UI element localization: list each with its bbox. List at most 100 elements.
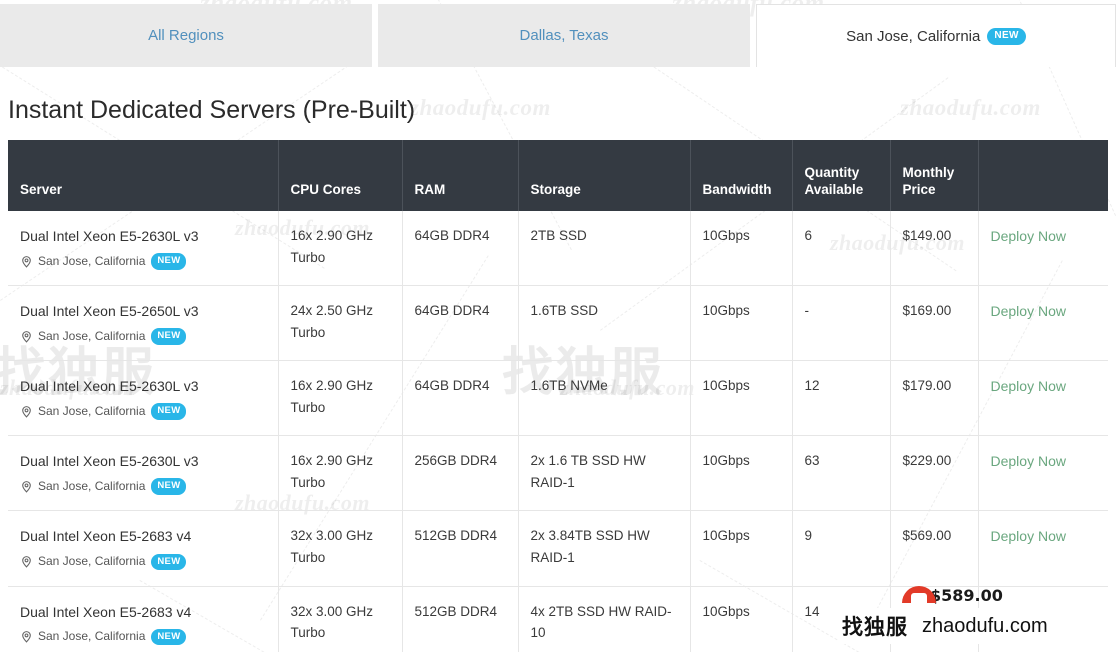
cell-bandwidth: 10Gbps: [690, 360, 793, 437]
tab-dallas-texas[interactable]: Dallas, Texas: [378, 4, 750, 67]
table-row: Dual Intel Xeon E5-2630L v3 San Jose, Ca…: [8, 435, 1108, 512]
table-row: Dual Intel Xeon E5-2650L v3 San Jose, Ca…: [8, 285, 1108, 362]
column-header-action: [978, 140, 1108, 211]
location-pin-icon: [22, 406, 31, 418]
cell-bandwidth: 10Gbps: [690, 285, 793, 362]
server-table-head: Server CPU Cores RAM Storage Bandwidth Q…: [8, 140, 1108, 211]
tab-all-regions[interactable]: All Regions: [0, 4, 372, 67]
server-table: Server CPU Cores RAM Storage Bandwidth Q…: [8, 140, 1108, 652]
server-location-label: San Jose, California: [38, 554, 146, 569]
location-new-badge: NEW: [151, 403, 187, 420]
server-name: Dual Intel Xeon E5-2683 v4: [20, 603, 192, 620]
table-header-row: Server CPU Cores RAM Storage Bandwidth Q…: [8, 140, 1108, 211]
server-location: San Jose, California NEW: [20, 402, 266, 421]
column-header-quantity-available: Quantity Available: [792, 140, 891, 211]
table-row: Dual Intel Xeon E5-2630L v3 San Jose, Ca…: [8, 360, 1108, 437]
cell-quantity-available: 6: [792, 211, 891, 287]
cell-ram: 512GB DDR4: [402, 586, 519, 652]
deploy-now-button[interactable]: Deploy Now: [991, 228, 1066, 244]
cell-bandwidth: 10Gbps: [690, 586, 793, 652]
server-location-label: San Jose, California: [38, 629, 146, 644]
column-header-cpu-cores: CPU Cores: [278, 140, 403, 211]
cell-ram: 64GB DDR4: [402, 211, 519, 287]
server-location-label: San Jose, California: [38, 328, 146, 343]
cell-quantity-available: 63: [792, 435, 891, 512]
location-pin-icon: [22, 331, 31, 343]
cell-monthly-price: $179.00: [890, 360, 979, 437]
cell-cpu-cores: 16x 2.90 GHz Turbo: [278, 211, 403, 287]
location-new-badge: NEW: [151, 253, 187, 270]
cell-cpu-cores: 16x 2.90 GHz Turbo: [278, 360, 403, 437]
location-new-badge: NEW: [151, 628, 187, 646]
page-root: zhaodufu.com zhaodufu.com zhaodufu.com z…: [0, 0, 1116, 652]
tab-new-badge: NEW: [987, 27, 1026, 45]
cell-monthly-price: $229.00: [890, 435, 979, 512]
deploy-now-button[interactable]: Deploy Now: [991, 303, 1066, 319]
cell-server: Dual Intel Xeon E5-2630L v3 San Jose, Ca…: [8, 211, 279, 287]
tab-all-regions-label: All Regions: [148, 27, 224, 44]
watermark-domain-text: zhaodufu.com: [410, 95, 551, 120]
tab-san-jose-california[interactable]: San Jose, California NEW: [756, 4, 1116, 67]
deploy-now-button[interactable]: Deploy Now: [991, 378, 1066, 394]
location-pin-icon: [22, 631, 31, 644]
cell-action: Deploy Now: [978, 510, 1108, 587]
cell-ram: 64GB DDR4: [402, 285, 519, 362]
server-name: Dual Intel Xeon E5-2630L v3: [20, 228, 199, 244]
cell-action: Deploy Now: [978, 360, 1108, 437]
server-location: San Jose, California NEW: [20, 477, 266, 496]
column-header-ram: RAM: [402, 140, 519, 211]
cell-storage: 1.6TB NVMe: [518, 360, 691, 437]
cell-quantity-available: 9: [792, 510, 891, 587]
server-name: Dual Intel Xeon E5-2630L v3: [20, 378, 199, 395]
watermark-domain-text: zhaodufu.com: [900, 95, 1041, 120]
table-row: Dual Intel Xeon E5-2630L v3 San Jose, Ca…: [8, 211, 1108, 287]
obscured-price-text: $589.00: [930, 586, 1003, 604]
location-pin-icon: [22, 556, 31, 569]
cell-monthly-price: $169.00: [890, 285, 979, 362]
deploy-now-button[interactable]: Deploy Now: [991, 528, 1066, 544]
location-pin-icon: [22, 255, 31, 268]
cell-quantity-available: -: [792, 285, 891, 362]
server-name: Dual Intel Xeon E5-2650L v3: [20, 303, 199, 320]
cell-bandwidth: 10Gbps: [690, 211, 793, 287]
deploy-now-button[interactable]: Deploy Now: [991, 453, 1066, 469]
site-logo-domain: zhaodufu.com: [922, 614, 1048, 637]
cell-server: Dual Intel Xeon E5-2630L v3 San Jose, Ca…: [8, 360, 279, 437]
location-pin-icon: [22, 481, 31, 493]
cell-storage: 2x 3.84TB SSD HW RAID-1: [518, 510, 691, 587]
tab-san-jose-california-label: San Jose, California: [846, 27, 981, 45]
region-tabs: All Regions Dallas, Texas San Jose, Cali…: [0, 4, 1116, 67]
cell-cpu-cores: 32x 3.00 GHz Turbo: [278, 586, 403, 652]
cell-action: Deploy Now: [978, 435, 1108, 512]
cell-action: Deploy Now: [978, 285, 1108, 362]
server-table-container: Server CPU Cores RAM Storage Bandwidth Q…: [8, 140, 1108, 652]
cell-server: Dual Intel Xeon E5-2630L v3 San Jose, Ca…: [8, 435, 279, 512]
cell-action: Deploy Now: [978, 211, 1108, 287]
location-new-badge: NEW: [151, 478, 187, 495]
column-header-storage: Storage: [518, 140, 691, 211]
server-location: San Jose, California NEW: [20, 627, 266, 646]
cell-storage: 2x 1.6 TB SSD HW RAID-1: [518, 435, 691, 512]
server-location-label: San Jose, California: [38, 253, 146, 268]
cell-ram: 512GB DDR4: [402, 510, 519, 587]
server-name: Dual Intel Xeon E5-2630L v3: [20, 453, 199, 470]
server-location: San Jose, California NEW: [20, 327, 266, 346]
server-location: San Jose, California NEW: [20, 552, 266, 571]
cell-bandwidth: 10Gbps: [690, 435, 793, 512]
cell-cpu-cores: 16x 2.90 GHz Turbo: [278, 435, 403, 512]
cell-server: Dual Intel Xeon E5-2650L v3 San Jose, Ca…: [8, 285, 279, 362]
site-logo-watermark: 找独服 zhaodufu.com: [838, 608, 1054, 644]
cell-storage: 2TB SSD: [518, 211, 691, 287]
server-location: San Jose, California NEW: [20, 252, 266, 271]
cell-ram: 256GB DDR4: [402, 435, 519, 512]
server-location-label: San Jose, California: [38, 403, 146, 418]
cell-ram: 64GB DDR4: [402, 360, 519, 437]
location-new-badge: NEW: [151, 328, 187, 345]
cell-storage: 4x 2TB SSD HW RAID-10: [518, 586, 691, 652]
table-row: Dual Intel Xeon E5-2683 v4 San Jose, Cal…: [8, 510, 1108, 587]
site-logo-chinese: 找独服: [842, 615, 908, 639]
cell-storage: 1.6TB SSD: [518, 285, 691, 362]
cell-monthly-price: $149.00: [890, 211, 979, 287]
cell-server: Dual Intel Xeon E5-2683 v4 San Jose, Cal…: [8, 586, 279, 652]
server-location-label: San Jose, California: [38, 479, 146, 493]
